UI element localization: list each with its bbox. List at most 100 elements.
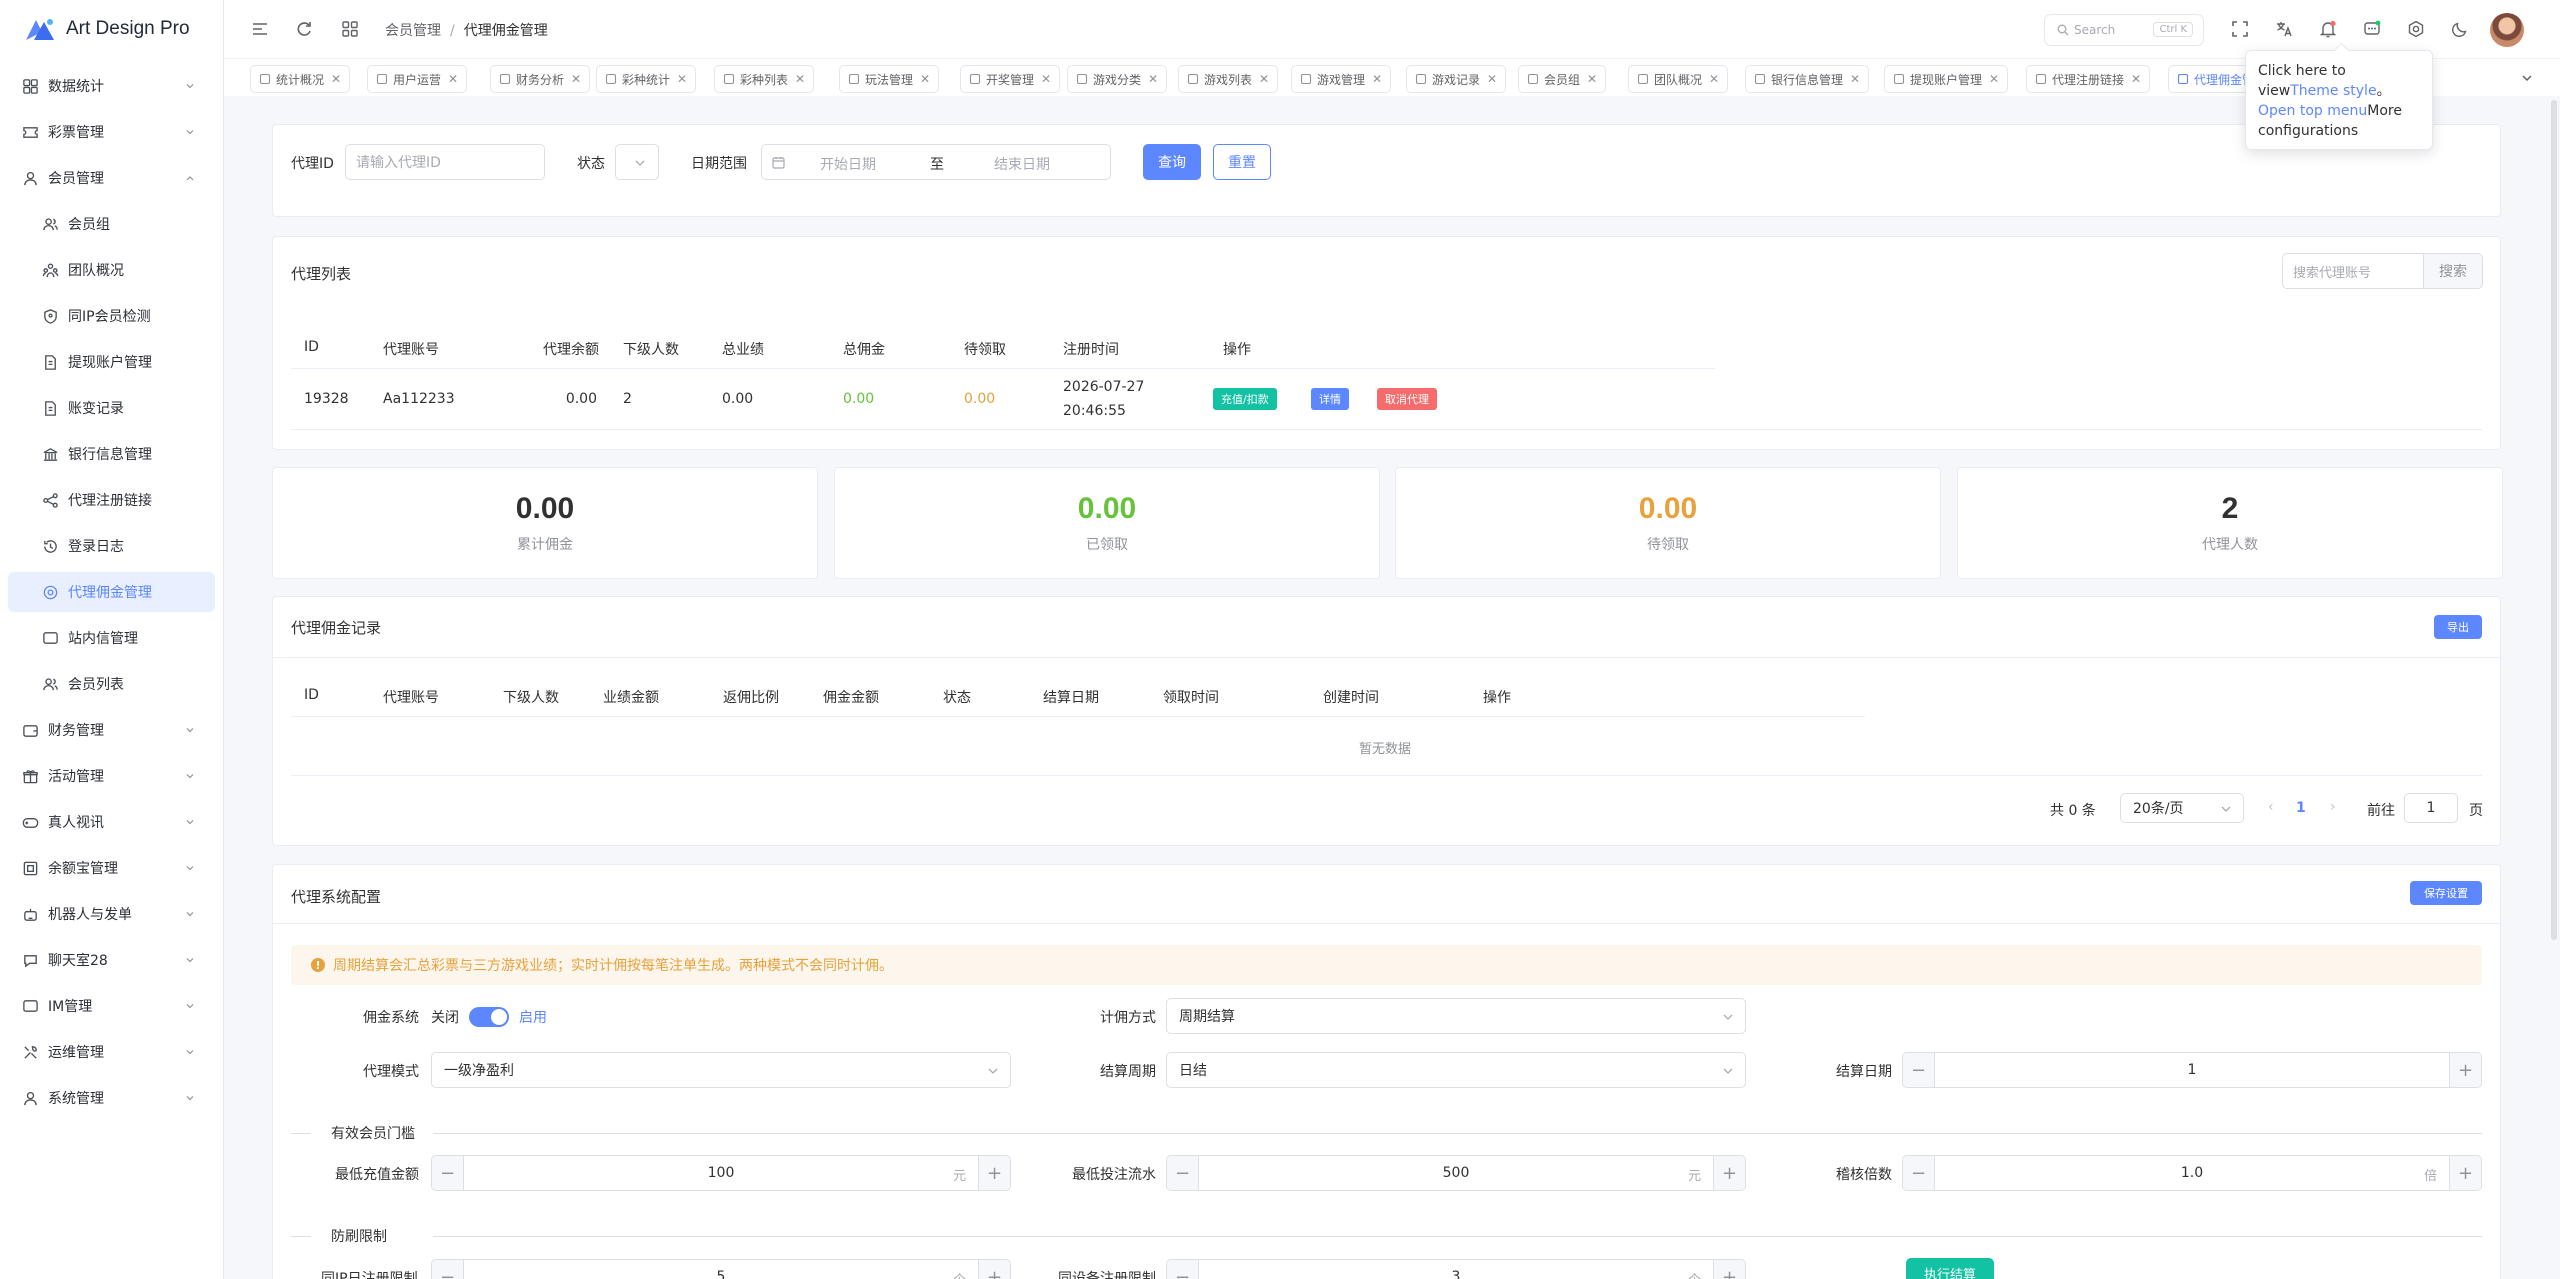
min-bet-stepper[interactable]: − 500 元 + <box>1166 1155 1746 1191</box>
device-limit-stepper[interactable]: − 3 个 + <box>1166 1259 1746 1279</box>
next-page-icon[interactable]: › <box>2330 799 2336 815</box>
tab-5[interactable]: 玩法管理 ✕ <box>839 65 940 93</box>
goto-page-input[interactable]: 1 <box>2404 793 2458 823</box>
minus-icon[interactable]: − <box>1167 1260 1199 1279</box>
tab-2[interactable]: 财务分析 ✕ <box>490 65 591 93</box>
search-box[interactable]: Search Ctrl K <box>2044 14 2204 46</box>
sidebar-item-2[interactable]: 会员管理 <box>8 158 215 198</box>
close-icon[interactable]: ✕ <box>571 72 581 86</box>
sidebar-item-17[interactable]: 余额宝管理 <box>8 848 215 888</box>
cancel-agent-button[interactable]: 取消代理 <box>1377 388 1437 410</box>
plus-icon[interactable]: + <box>1713 1260 1745 1279</box>
dark-mode-moon-icon[interactable] <box>2450 19 2470 39</box>
theme-style-link[interactable]: Theme style <box>2290 83 2376 99</box>
status-select[interactable] <box>615 144 659 180</box>
current-page[interactable]: 1 <box>2296 800 2306 816</box>
sidebar-item-16[interactable]: 真人视讯 <box>8 802 215 842</box>
close-icon[interactable]: ✕ <box>1041 72 1051 86</box>
tab-8[interactable]: 游戏列表 ✕ <box>1178 65 1279 93</box>
tab-11[interactable]: 会员组 ✕ <box>1518 65 1607 93</box>
close-icon[interactable]: ✕ <box>331 72 341 86</box>
close-icon[interactable]: ✕ <box>2131 72 2141 86</box>
close-icon[interactable]: ✕ <box>1850 72 1860 86</box>
tab-3[interactable]: 彩种统计 ✕ <box>596 65 697 93</box>
agent-search-button[interactable]: 搜索 <box>2423 253 2483 289</box>
ip-limit-stepper[interactable]: − 5 个 + <box>431 1259 1011 1279</box>
sidebar-item-9[interactable]: 代理注册链接 <box>8 480 215 520</box>
close-icon[interactable]: ✕ <box>1372 72 1382 86</box>
plus-icon[interactable]: + <box>978 1260 1010 1279</box>
tab-9[interactable]: 游戏管理 ✕ <box>1291 65 1392 93</box>
sidebar-item-13[interactable]: 会员列表 <box>8 664 215 704</box>
sidebar-item-22[interactable]: 系统管理 <box>8 1078 215 1118</box>
close-icon[interactable]: ✕ <box>920 72 930 86</box>
close-icon[interactable]: ✕ <box>1587 72 1597 86</box>
settings-gear-icon[interactable] <box>2406 19 2426 39</box>
scrollbar-thumb[interactable] <box>2551 100 2557 940</box>
min-recharge-stepper[interactable]: − 100 元 + <box>431 1155 1011 1191</box>
date-range-picker[interactable]: 开始日期 至 结束日期 <box>761 144 1111 180</box>
tab-13[interactable]: 银行信息管理 ✕ <box>1745 65 1870 93</box>
page-size-select[interactable]: 20条/页 <box>2120 793 2244 823</box>
close-icon[interactable]: ✕ <box>677 72 687 86</box>
plus-icon[interactable]: + <box>1713 1156 1745 1190</box>
query-button[interactable]: 查询 <box>1143 144 1201 180</box>
recharge-deduct-button[interactable]: 充值/扣款 <box>1213 388 1277 410</box>
settle-day-stepper[interactable]: − 1 + <box>1902 1052 2482 1088</box>
sidebar-item-11[interactable]: 代理佣金管理 <box>8 572 215 612</box>
plus-icon[interactable]: + <box>978 1156 1010 1190</box>
plus-icon[interactable]: + <box>2449 1156 2481 1190</box>
tab-1[interactable]: 用户运营 ✕ <box>367 65 468 93</box>
detail-button[interactable]: 详情 <box>1311 388 1349 410</box>
commission-system-switch[interactable] <box>469 1007 509 1027</box>
tab-10[interactable]: 游戏记录 ✕ <box>1406 65 1507 93</box>
close-icon[interactable]: ✕ <box>1709 72 1719 86</box>
sidebar-item-21[interactable]: 运维管理 <box>8 1032 215 1072</box>
apps-grid-icon[interactable] <box>340 19 360 39</box>
refresh-icon[interactable] <box>294 19 314 39</box>
breadcrumb-item[interactable]: 会员管理 <box>385 23 441 39</box>
close-icon[interactable]: ✕ <box>1989 72 1999 86</box>
tab-15[interactable]: 代理注册链接 ✕ <box>2026 65 2151 93</box>
close-icon[interactable]: ✕ <box>1259 72 1269 86</box>
sidebar-item-6[interactable]: 提现账户管理 <box>8 342 215 382</box>
minus-icon[interactable]: − <box>1903 1156 1935 1190</box>
user-avatar[interactable] <box>2490 13 2524 47</box>
bell-icon[interactable] <box>2318 19 2338 39</box>
page-scrollbar[interactable] <box>2548 96 2560 1279</box>
agent-id-input[interactable]: 请输入代理ID <box>345 144 545 180</box>
calc-method-select[interactable]: 周期结算 <box>1166 998 1746 1034</box>
tab-4[interactable]: 彩种列表 ✕ <box>714 65 815 93</box>
sidebar-item-4[interactable]: 团队概况 <box>8 250 215 290</box>
plus-icon[interactable]: + <box>2449 1053 2481 1087</box>
chat-icon[interactable] <box>2362 19 2382 39</box>
sidebar-item-14[interactable]: 财务管理 <box>8 710 215 750</box>
reset-button[interactable]: 重置 <box>1213 144 1271 180</box>
prev-page-icon[interactable]: ‹ <box>2268 799 2274 815</box>
close-icon[interactable]: ✕ <box>448 72 458 86</box>
tab-0[interactable]: 统计概况 ✕ <box>250 65 351 93</box>
open-top-menu-link[interactable]: Open top menu <box>2258 103 2367 119</box>
sidebar-item-19[interactable]: 聊天室28 <box>8 940 215 980</box>
audit-multiple-stepper[interactable]: − 1.0 倍 + <box>1902 1155 2482 1191</box>
sidebar-item-8[interactable]: 银行信息管理 <box>8 434 215 474</box>
settle-cycle-select[interactable]: 日结 <box>1166 1052 1746 1088</box>
menu-fold-icon[interactable] <box>250 19 270 39</box>
agent-search-input[interactable]: 搜索代理账号 <box>2282 253 2424 289</box>
minus-icon[interactable]: − <box>1167 1156 1199 1190</box>
chevron-down-icon[interactable] <box>2520 71 2534 85</box>
sidebar-item-3[interactable]: 会员组 <box>8 204 215 244</box>
agent-mode-select[interactable]: 一级净盈利 <box>431 1052 1011 1088</box>
tab-14[interactable]: 提现账户管理 ✕ <box>1884 65 2009 93</box>
sidebar-item-10[interactable]: 登录日志 <box>8 526 215 566</box>
minus-icon[interactable]: − <box>432 1260 464 1279</box>
translate-icon[interactable] <box>2274 19 2294 39</box>
logo[interactable]: Art Design Pro <box>0 0 223 58</box>
tab-7[interactable]: 游戏分类 ✕ <box>1067 65 1168 93</box>
sidebar-item-0[interactable]: 数据统计 <box>8 66 215 106</box>
sidebar-item-18[interactable]: 机器人与发单 <box>8 894 215 934</box>
sidebar-item-5[interactable]: 同IP会员检测 <box>8 296 215 336</box>
sidebar-item-1[interactable]: 彩票管理 <box>8 112 215 152</box>
sidebar-item-12[interactable]: 站内信管理 <box>8 618 215 658</box>
sidebar-item-7[interactable]: 账变记录 <box>8 388 215 428</box>
